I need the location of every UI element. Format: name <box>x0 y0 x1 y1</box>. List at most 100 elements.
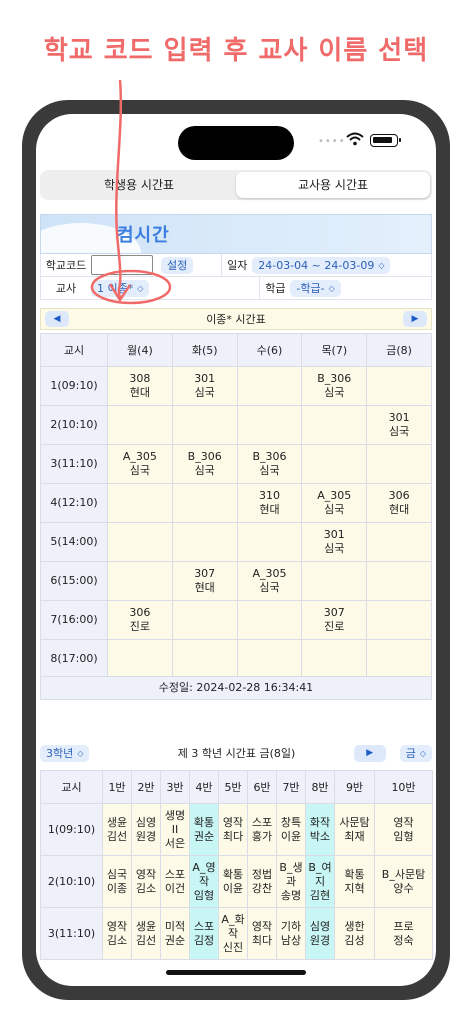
timetable-cell[interactable] <box>366 600 432 640</box>
timetable-cell[interactable]: A_305 심국 <box>301 483 368 523</box>
timetable-type-tabs: 학생용 시간표 교사용 시간표 <box>40 170 432 200</box>
timetable-cell[interactable]: 기하 남상 <box>276 907 306 960</box>
timetable-cell[interactable] <box>107 483 173 523</box>
timetable-cell[interactable]: 영작 임형 <box>374 803 433 856</box>
timetable-cell[interactable]: 306 현대 <box>366 483 432 523</box>
timetable-cell[interactable] <box>107 561 173 601</box>
timetable-cell[interactable] <box>301 561 368 601</box>
timetable-cell[interactable]: 프로 정숙 <box>374 907 433 960</box>
timetable-cell[interactable] <box>236 639 303 679</box>
timetable-cell[interactable] <box>107 522 173 562</box>
grade-select[interactable]: 3학년 ◇ <box>40 744 90 762</box>
battery-icon <box>370 134 401 147</box>
timetable-cell[interactable]: B_여 지 김현 <box>305 855 335 908</box>
timetable-cell[interactable]: B_생 과 송명 <box>276 855 306 908</box>
cell-line: 김소 <box>135 881 157 895</box>
timetable-cell[interactable]: 미적 권순 <box>160 907 190 960</box>
timetable-cell[interactable]: 심영 원경 <box>131 803 161 856</box>
timetable-cell[interactable]: 영작 김소 <box>102 907 132 960</box>
timetable-cell[interactable]: 308 현대 <box>107 366 173 406</box>
timetable-cell[interactable] <box>366 444 432 484</box>
timetable-cell[interactable]: 스포 홍가 <box>247 803 277 856</box>
timetable-cell[interactable]: 307 진로 <box>301 600 368 640</box>
timetable-cell[interactable] <box>236 366 303 406</box>
next-week-button[interactable]: ▶ <box>402 311 427 327</box>
prev-week-button[interactable]: ◀ <box>45 311 69 327</box>
timetable-cell[interactable] <box>107 405 173 445</box>
timetable-cell[interactable]: 301 심국 <box>171 366 238 406</box>
timetable-cell[interactable]: 310 현대 <box>236 483 303 523</box>
timetable-cell[interactable]: 확통 이윤 <box>218 855 248 908</box>
timetable-cell[interactable]: 영작 김소 <box>131 855 161 908</box>
timetable-cell[interactable]: 정법 강찬 <box>247 855 277 908</box>
set-button[interactable]: 설정 <box>161 256 194 274</box>
header-cell: 목(7) <box>301 333 368 367</box>
timetable-cell[interactable]: B_사문탐 양수 <box>374 855 433 908</box>
timetable-cell[interactable] <box>171 483 238 523</box>
wifi-icon <box>346 132 364 146</box>
timetable-cell[interactable] <box>171 522 238 562</box>
timetable-cell[interactable]: 화작 박소 <box>305 803 335 856</box>
timetable-cell[interactable] <box>171 639 238 679</box>
timetable-cell[interactable]: A_305 심국 <box>107 444 173 484</box>
timetable-cell[interactable]: A_영 작 임형 <box>189 855 219 908</box>
class-select[interactable]: -학급- ◇ <box>290 279 341 297</box>
cell-line: 서은 <box>164 836 186 850</box>
cell-line: 심국 <box>259 581 280 594</box>
instruction-annotation: 학교 코드 입력 후 교사 이름 선택 <box>43 36 429 66</box>
cell-line: B_생 <box>279 860 303 874</box>
timetable-cell[interactable]: 생윤 김선 <box>131 907 161 960</box>
timetable-cell[interactable] <box>366 561 432 601</box>
timetable-cell[interactable]: B_306 심국 <box>301 366 368 406</box>
period-cell: 7(16:00) <box>40 600 108 640</box>
timetable-cell[interactable] <box>236 522 303 562</box>
timetable-cell[interactable]: 301 심국 <box>366 405 432 445</box>
timetable-cell[interactable]: 확통 지혁 <box>334 855 375 908</box>
timetable-cell[interactable] <box>366 522 432 562</box>
next-day-button[interactable]: ▶ <box>353 744 386 762</box>
period-cell: 3(11:10) <box>40 444 108 484</box>
timetable-cell[interactable] <box>107 639 173 679</box>
timetable-cell[interactable]: 307 현대 <box>171 561 238 601</box>
cell-line: 301 <box>388 411 410 424</box>
timetable-cell[interactable]: B_306 심국 <box>236 444 303 484</box>
timetable-cell[interactable] <box>236 405 303 445</box>
timetable-cell[interactable]: 심영 원경 <box>305 907 335 960</box>
period-cell: 4(12:10) <box>40 483 108 523</box>
timetable-cell[interactable]: A_305 심국 <box>236 561 303 601</box>
timetable-cell[interactable]: 영작 최다 <box>218 803 248 856</box>
timetable-cell[interactable]: 생명 II 서은 <box>160 803 190 856</box>
cell-line: 김선 <box>106 829 128 843</box>
day-select[interactable]: 금 ◇ <box>399 744 432 762</box>
timetable-cell[interactable]: 창특 이윤 <box>276 803 306 856</box>
tab-teacher-timetable[interactable]: 교사용 시간표 <box>236 172 430 198</box>
cell-line: 301 <box>194 372 216 385</box>
timetable-cell[interactable] <box>171 600 238 640</box>
modified-date: 수정일: 2024-02-28 16:34:41 <box>40 676 432 700</box>
timetable-cell[interactable] <box>171 405 238 445</box>
timetable-cell[interactable] <box>236 600 303 640</box>
timetable-cell[interactable] <box>366 366 432 406</box>
timetable-cell[interactable]: 306 진로 <box>107 600 173 640</box>
timetable-cell[interactable] <box>301 405 368 445</box>
timetable-cell[interactable]: 생한 김성 <box>334 907 375 960</box>
tab-student-timetable[interactable]: 학생용 시간표 <box>42 172 236 198</box>
timetable-cell[interactable]: 301 심국 <box>301 522 368 562</box>
home-indicator[interactable] <box>166 970 306 975</box>
timetable-cell[interactable] <box>366 639 432 679</box>
timetable-cell[interactable]: 사문탐 최재 <box>334 803 375 856</box>
timetable-cell[interactable] <box>301 444 368 484</box>
timetable-cell[interactable]: 심국 이종 <box>102 855 132 908</box>
timetable-cell[interactable] <box>301 639 368 679</box>
teacher-select[interactable]: 1 이종* ◇ <box>91 279 150 297</box>
timetable-cell[interactable]: B_306 심국 <box>171 444 238 484</box>
timetable-cell[interactable]: 확통 권순 <box>189 803 219 856</box>
timetable-cell[interactable]: A_화 작 신진 <box>218 907 248 960</box>
timetable-cell[interactable]: 생윤 김선 <box>102 803 132 856</box>
timetable-cell[interactable]: 스포 이건 <box>160 855 190 908</box>
timetable-cell[interactable]: 스포 김정 <box>189 907 219 960</box>
date-select[interactable]: 24-03-04 ~ 24-03-09 ◇ <box>252 256 391 274</box>
school-code-label: 학교코드 <box>45 259 87 272</box>
timetable-cell[interactable]: 영작 최다 <box>247 907 277 960</box>
school-code-input[interactable] <box>91 255 153 275</box>
